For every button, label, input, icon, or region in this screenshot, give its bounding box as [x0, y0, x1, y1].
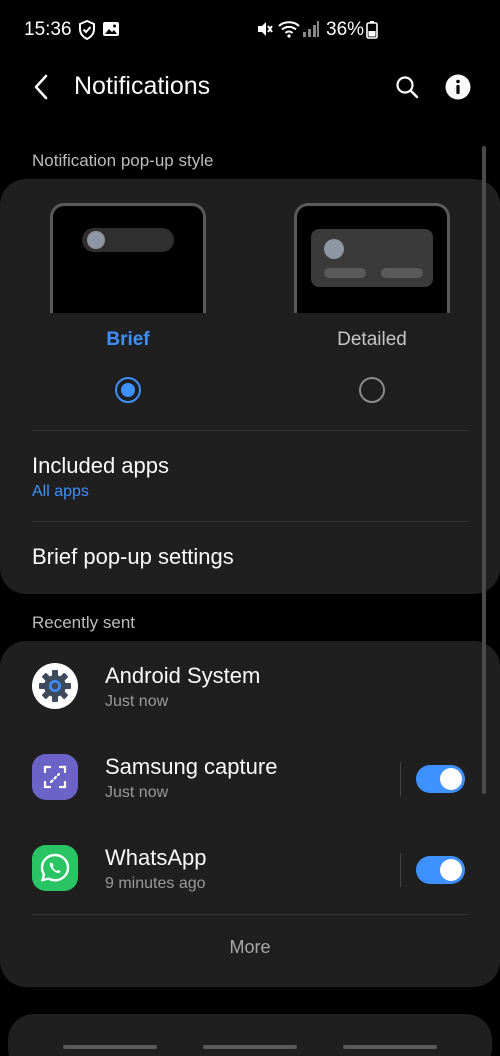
page-title: Notifications: [74, 72, 211, 100]
brief-style-preview[interactable]: [50, 203, 206, 313]
detailed-preview-line: [381, 268, 423, 278]
list-item-whatsapp[interactable]: WhatsApp 9 minutes ago: [0, 823, 500, 913]
brief-radio-button[interactable]: [115, 377, 141, 403]
nav-back-handle[interactable]: [343, 1045, 437, 1049]
wifi-icon: [278, 20, 300, 43]
app-time: Just now: [105, 784, 169, 801]
detailed-style-preview[interactable]: [294, 203, 450, 313]
app-time: Just now: [105, 693, 169, 710]
search-button[interactable]: [388, 70, 426, 108]
divider: [400, 853, 401, 887]
brief-preview-pill: [82, 228, 174, 252]
list-item-samsung-capture[interactable]: Samsung capture Just now: [0, 732, 500, 822]
nav-recents-handle[interactable]: [63, 1045, 157, 1049]
detailed-preview-dot: [324, 239, 344, 259]
samsung-capture-toggle[interactable]: [416, 765, 465, 793]
info-button[interactable]: [439, 70, 477, 108]
detailed-radio-button[interactable]: [359, 377, 385, 403]
nav-home-handle[interactable]: [203, 1045, 297, 1049]
back-button[interactable]: [22, 70, 60, 108]
radio-selected-dot: [121, 383, 135, 397]
brief-option-label[interactable]: Brief: [50, 329, 206, 351]
included-apps-title: Included apps: [32, 453, 169, 478]
brief-popup-settings-title: Brief pop-up settings: [32, 544, 234, 569]
status-time: 15:36: [24, 19, 72, 40]
back-arrow-icon: [33, 74, 49, 105]
navigation-bar: [0, 1040, 500, 1056]
signal-icon: [302, 20, 320, 43]
battery-icon: [366, 21, 378, 44]
toggle-knob: [440, 859, 462, 881]
gear-icon: [32, 663, 78, 709]
search-icon: [395, 75, 419, 104]
detailed-preview-card: [311, 229, 433, 287]
whatsapp-icon: [32, 845, 78, 891]
info-icon: [445, 74, 471, 105]
popup-style-card: Brief Detailed Included apps All apps Br…: [0, 179, 500, 594]
whatsapp-toggle[interactable]: [416, 856, 465, 884]
battery-percent: 36%: [326, 19, 365, 40]
recently-sent-card: Android System Just now Samsung capture …: [0, 641, 500, 987]
more-button[interactable]: More: [0, 916, 500, 978]
app-time: 9 minutes ago: [105, 875, 206, 892]
popup-style-section-label: Notification pop-up style: [32, 151, 214, 170]
list-item-android-system[interactable]: Android System Just now: [0, 641, 500, 731]
image-notification-icon: [102, 20, 120, 43]
scrollbar[interactable]: [482, 146, 486, 794]
detailed-option-label[interactable]: Detailed: [294, 329, 450, 351]
samsung-capture-icon: [32, 754, 78, 800]
detailed-preview-line: [324, 268, 366, 278]
divider: [32, 914, 468, 915]
divider: [400, 762, 401, 796]
app-name: Android System: [105, 663, 261, 688]
security-shield-icon: [78, 19, 96, 45]
app-name: WhatsApp: [105, 845, 207, 870]
recently-sent-section-label: Recently sent: [32, 613, 135, 632]
included-apps-value: All apps: [32, 483, 89, 500]
included-apps-row[interactable]: Included apps All apps: [0, 431, 500, 521]
status-bar: 15:36 36%: [0, 0, 500, 60]
mute-icon: [256, 20, 274, 43]
toggle-knob: [440, 768, 462, 790]
app-bar: Notifications: [0, 60, 500, 116]
app-name: Samsung capture: [105, 754, 278, 779]
brief-preview-dot: [87, 231, 105, 249]
brief-popup-settings-row[interactable]: Brief pop-up settings: [0, 522, 500, 594]
